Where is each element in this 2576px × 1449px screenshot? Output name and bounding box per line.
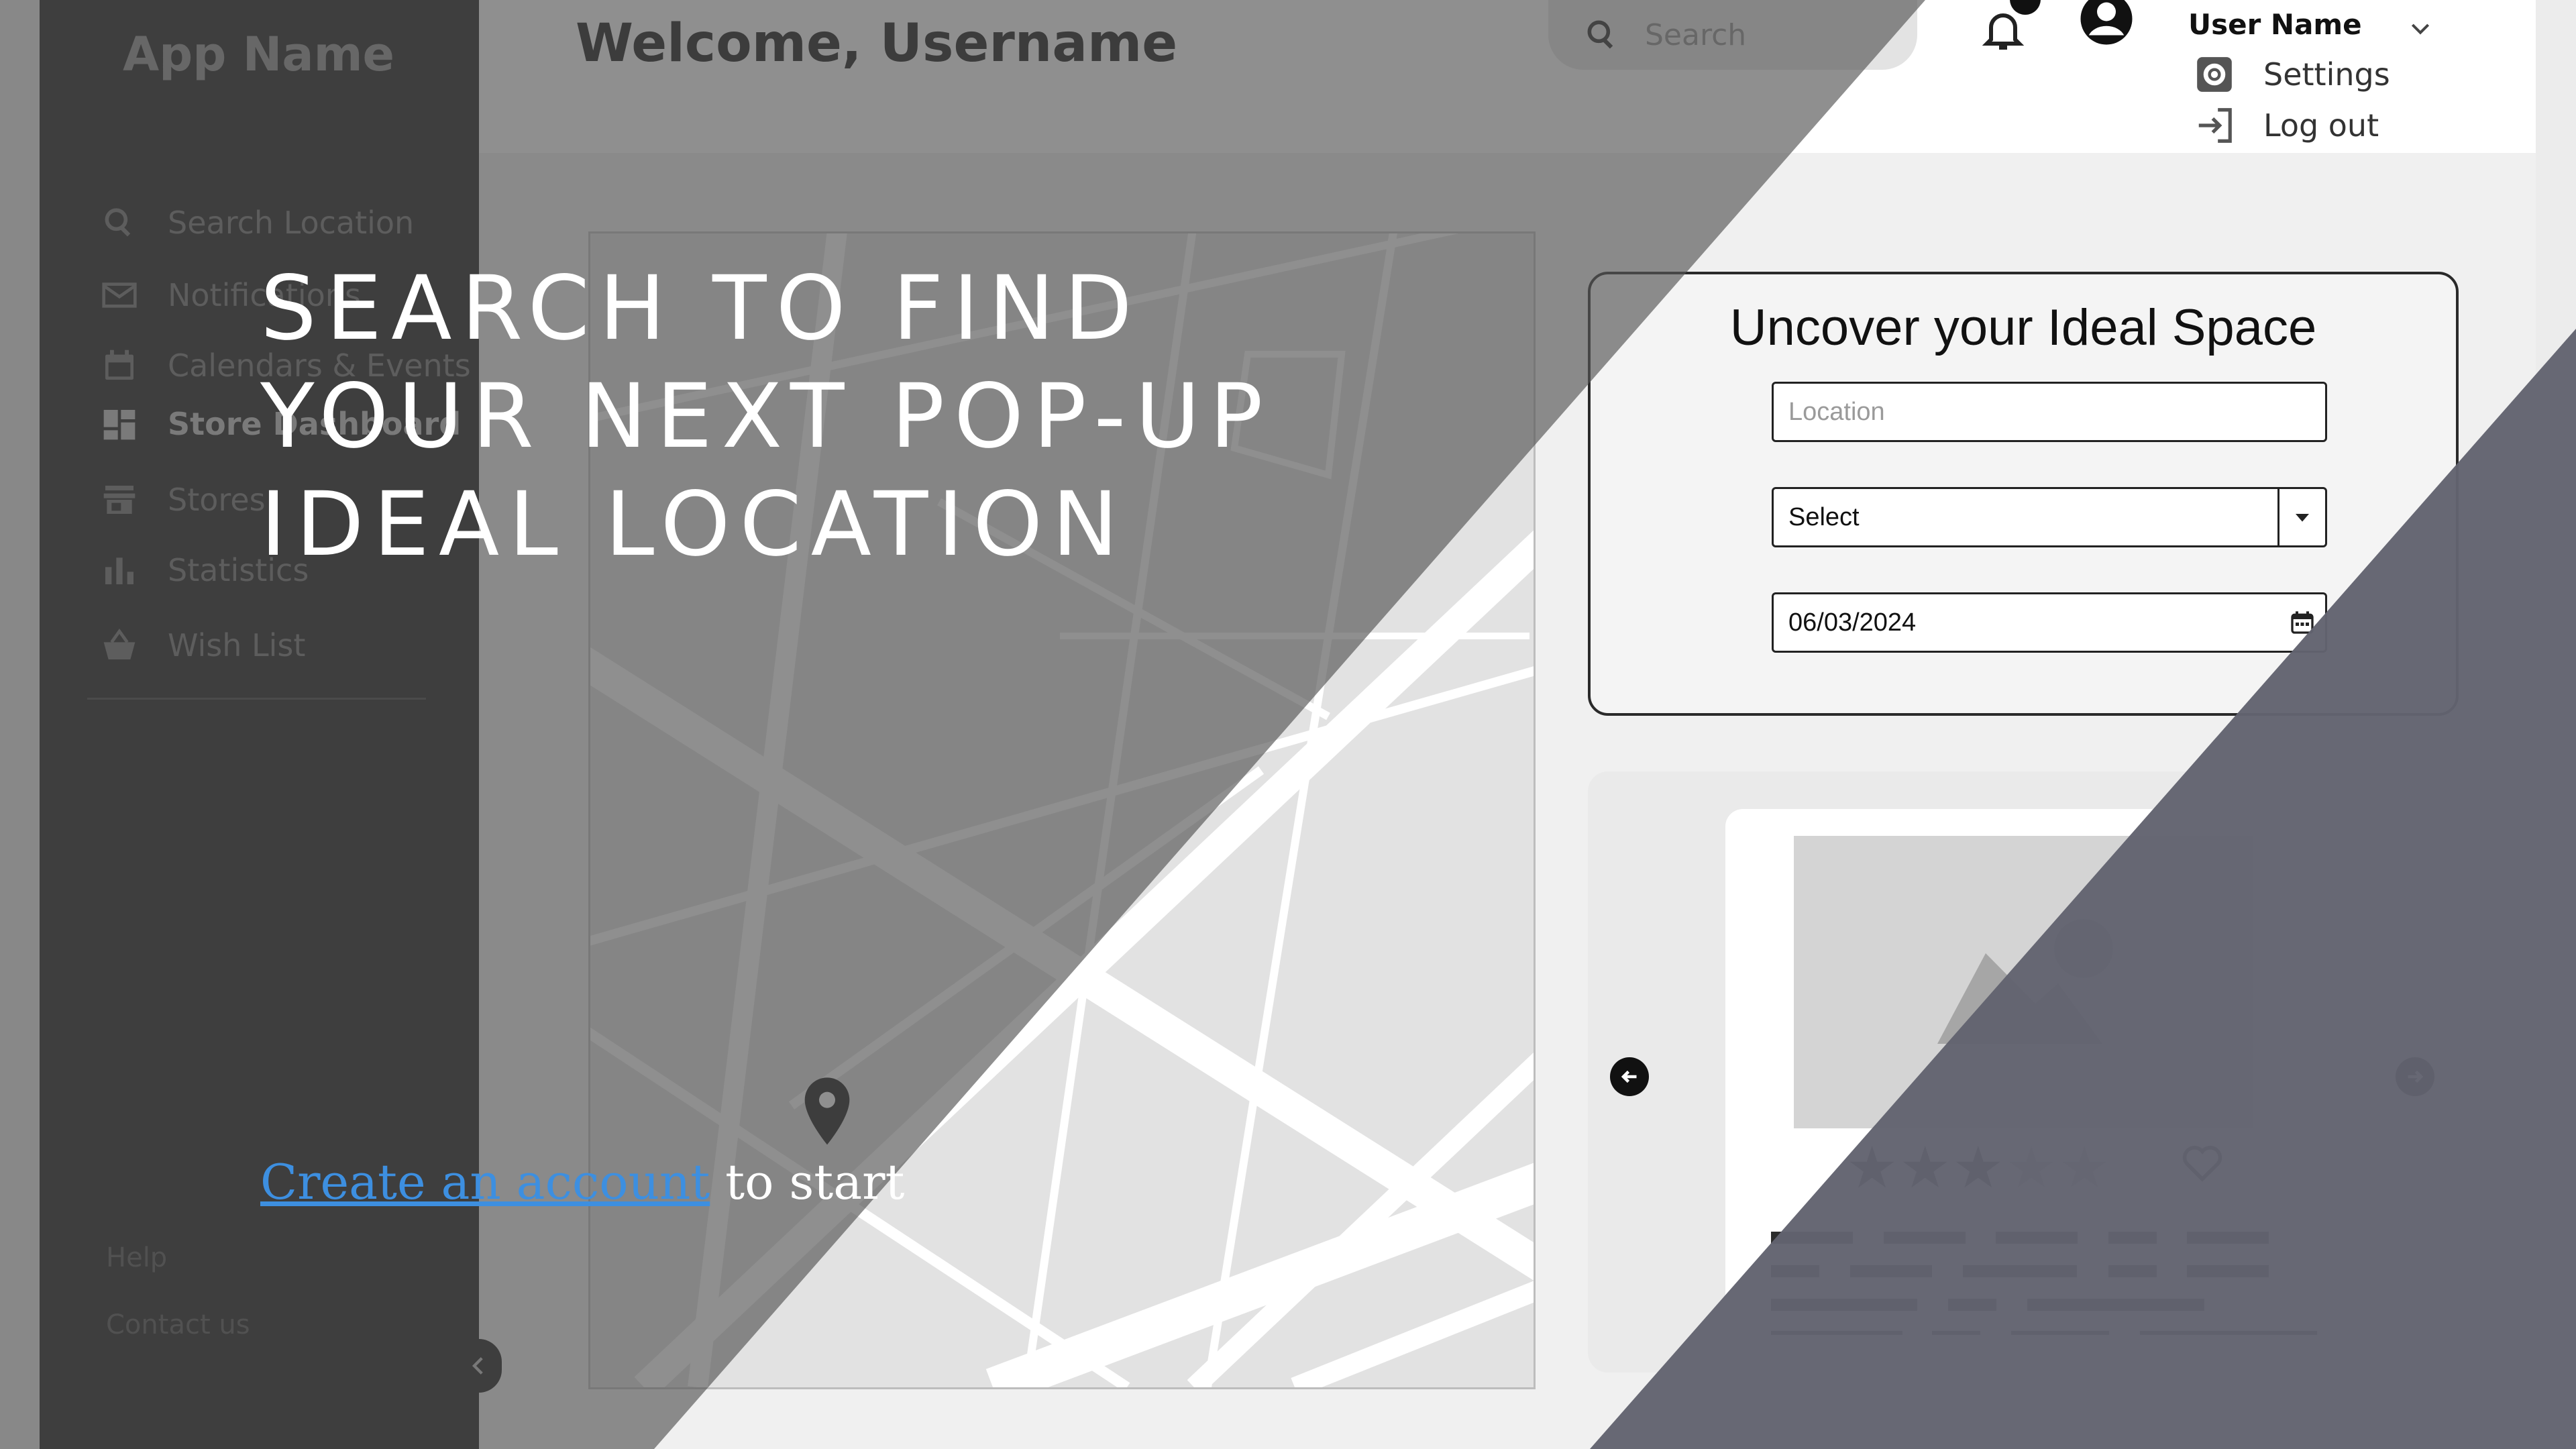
map-pin-icon[interactable] [800,1075,854,1149]
sidebar-divider [87,698,426,700]
search-form-card: Uncover your Ideal Space Select 06/03/20… [1588,272,2459,716]
sidebar-item-label: Stores [168,482,266,518]
card-title: Uncover your Ideal Space [1729,299,2317,356]
date-value: 06/03/2024 [1788,608,1917,637]
sidebar-item-label: Statistics [168,552,309,588]
settings-menu-item[interactable]: Settings [2194,54,2390,95]
sidebar-item-stores[interactable]: Stores [101,473,266,527]
listing-image [1794,836,2253,1128]
sidebar-item-wish-list[interactable]: Wish List [101,619,305,672]
star-empty-icon: ★ [2058,1134,2110,1201]
text-line [1948,1299,1996,1311]
sidebar-item-label: Calendars & Events [168,347,471,384]
chevron-left-icon [472,1357,483,1375]
text-line [1850,1265,1932,1277]
image-placeholder-icon [1937,919,2113,1044]
text-line [1996,1232,2078,1244]
star-filled-icon: ★ [1952,1134,2004,1201]
sidebar-item-calendars-events[interactable]: Calendars & Events [101,339,471,392]
sidebar-item-label: Search Location [168,205,415,241]
basket-icon [103,628,136,659]
text-line [2108,1265,2157,1277]
help-link[interactable]: Help [106,1242,167,1273]
star-filled-icon: ★ [1846,1134,1898,1201]
text-line [1932,1331,1980,1335]
user-name[interactable]: User Name [2188,8,2362,41]
select-dropdown-button[interactable] [2277,489,2325,545]
text-line [1963,1265,2077,1277]
rating-stars: ★ ★ ★ ★ ★ [1846,1138,2112,1198]
arrow-right-icon [2408,1070,2424,1083]
sidebar-item-notifications[interactable]: Notifications [101,268,361,322]
text-line [2011,1331,2109,1335]
settings-label: Settings [2263,56,2390,93]
welcome-title: Welcome, Username [576,13,1178,74]
location-field[interactable] [1772,382,2327,442]
right-gutter [2536,0,2576,1449]
text-line [1771,1232,1853,1244]
avatar-icon[interactable] [2078,0,2135,47]
search-icon [1587,20,1613,49]
type-select[interactable]: Select [1772,487,2327,547]
chevron-down-icon[interactable] [2407,15,2434,42]
contact-link[interactable]: Contact us [106,1309,250,1340]
logout-icon [2198,108,2232,143]
arrow-left-icon [1621,1070,1637,1083]
dashboard-icon [103,410,136,440]
text-line [2187,1265,2269,1277]
sidebar-item-label: Notifications [168,277,361,313]
sidebar-item-label: Store Dashboard [168,406,462,442]
create-account-link[interactable]: Create an account [260,1154,710,1210]
search-icon [105,208,131,237]
text-line [1771,1265,1819,1277]
star-filled-icon: ★ [1899,1134,1951,1201]
sidebar-item-label: Wish List [168,627,306,663]
app-name: App Name [123,27,394,82]
text-line [2140,1331,2317,1335]
text-line [1771,1331,1902,1335]
bell-icon[interactable] [1979,3,2027,56]
caret-down-icon [2296,514,2309,522]
logout-label: Log out [2263,107,2379,144]
store-icon [103,486,136,514]
heart-icon[interactable] [2180,1140,2224,1185]
carousel-prev-button[interactable] [1610,1057,1649,1096]
location-input[interactable] [1774,396,2325,427]
text-line [2108,1232,2157,1244]
map-streets [590,233,1534,1387]
date-picker-button[interactable] [2279,594,2325,651]
gear-icon [2197,57,2232,92]
calendar-icon [105,350,133,380]
bar-chart-icon [105,557,133,584]
calendar-icon [2291,611,2314,634]
sidebar-item-statistics[interactable]: Statistics [101,543,309,597]
sidebar-item-search-location[interactable]: Search Location [101,196,414,250]
date-field[interactable]: 06/03/2024 [1772,592,2327,653]
search-input[interactable] [1644,17,1901,53]
carousel-next-button[interactable] [2396,1057,2434,1096]
select-value: Select [1788,502,1860,531]
sidebar-item-store-dashboard[interactable]: Store Dashboard [101,397,461,451]
left-gutter [0,0,40,1449]
collapse-sidebar-button[interactable] [456,1339,502,1393]
text-line [2027,1299,2204,1311]
global-search[interactable] [1548,0,1917,70]
text-line [1884,1232,1966,1244]
star-empty-icon: ★ [2005,1134,2057,1201]
text-line [1771,1299,1917,1311]
envelope-icon [102,282,137,308]
logout-menu-item[interactable]: Log out [2194,105,2379,146]
map-view[interactable] [588,231,1536,1389]
text-line [2187,1232,2269,1244]
